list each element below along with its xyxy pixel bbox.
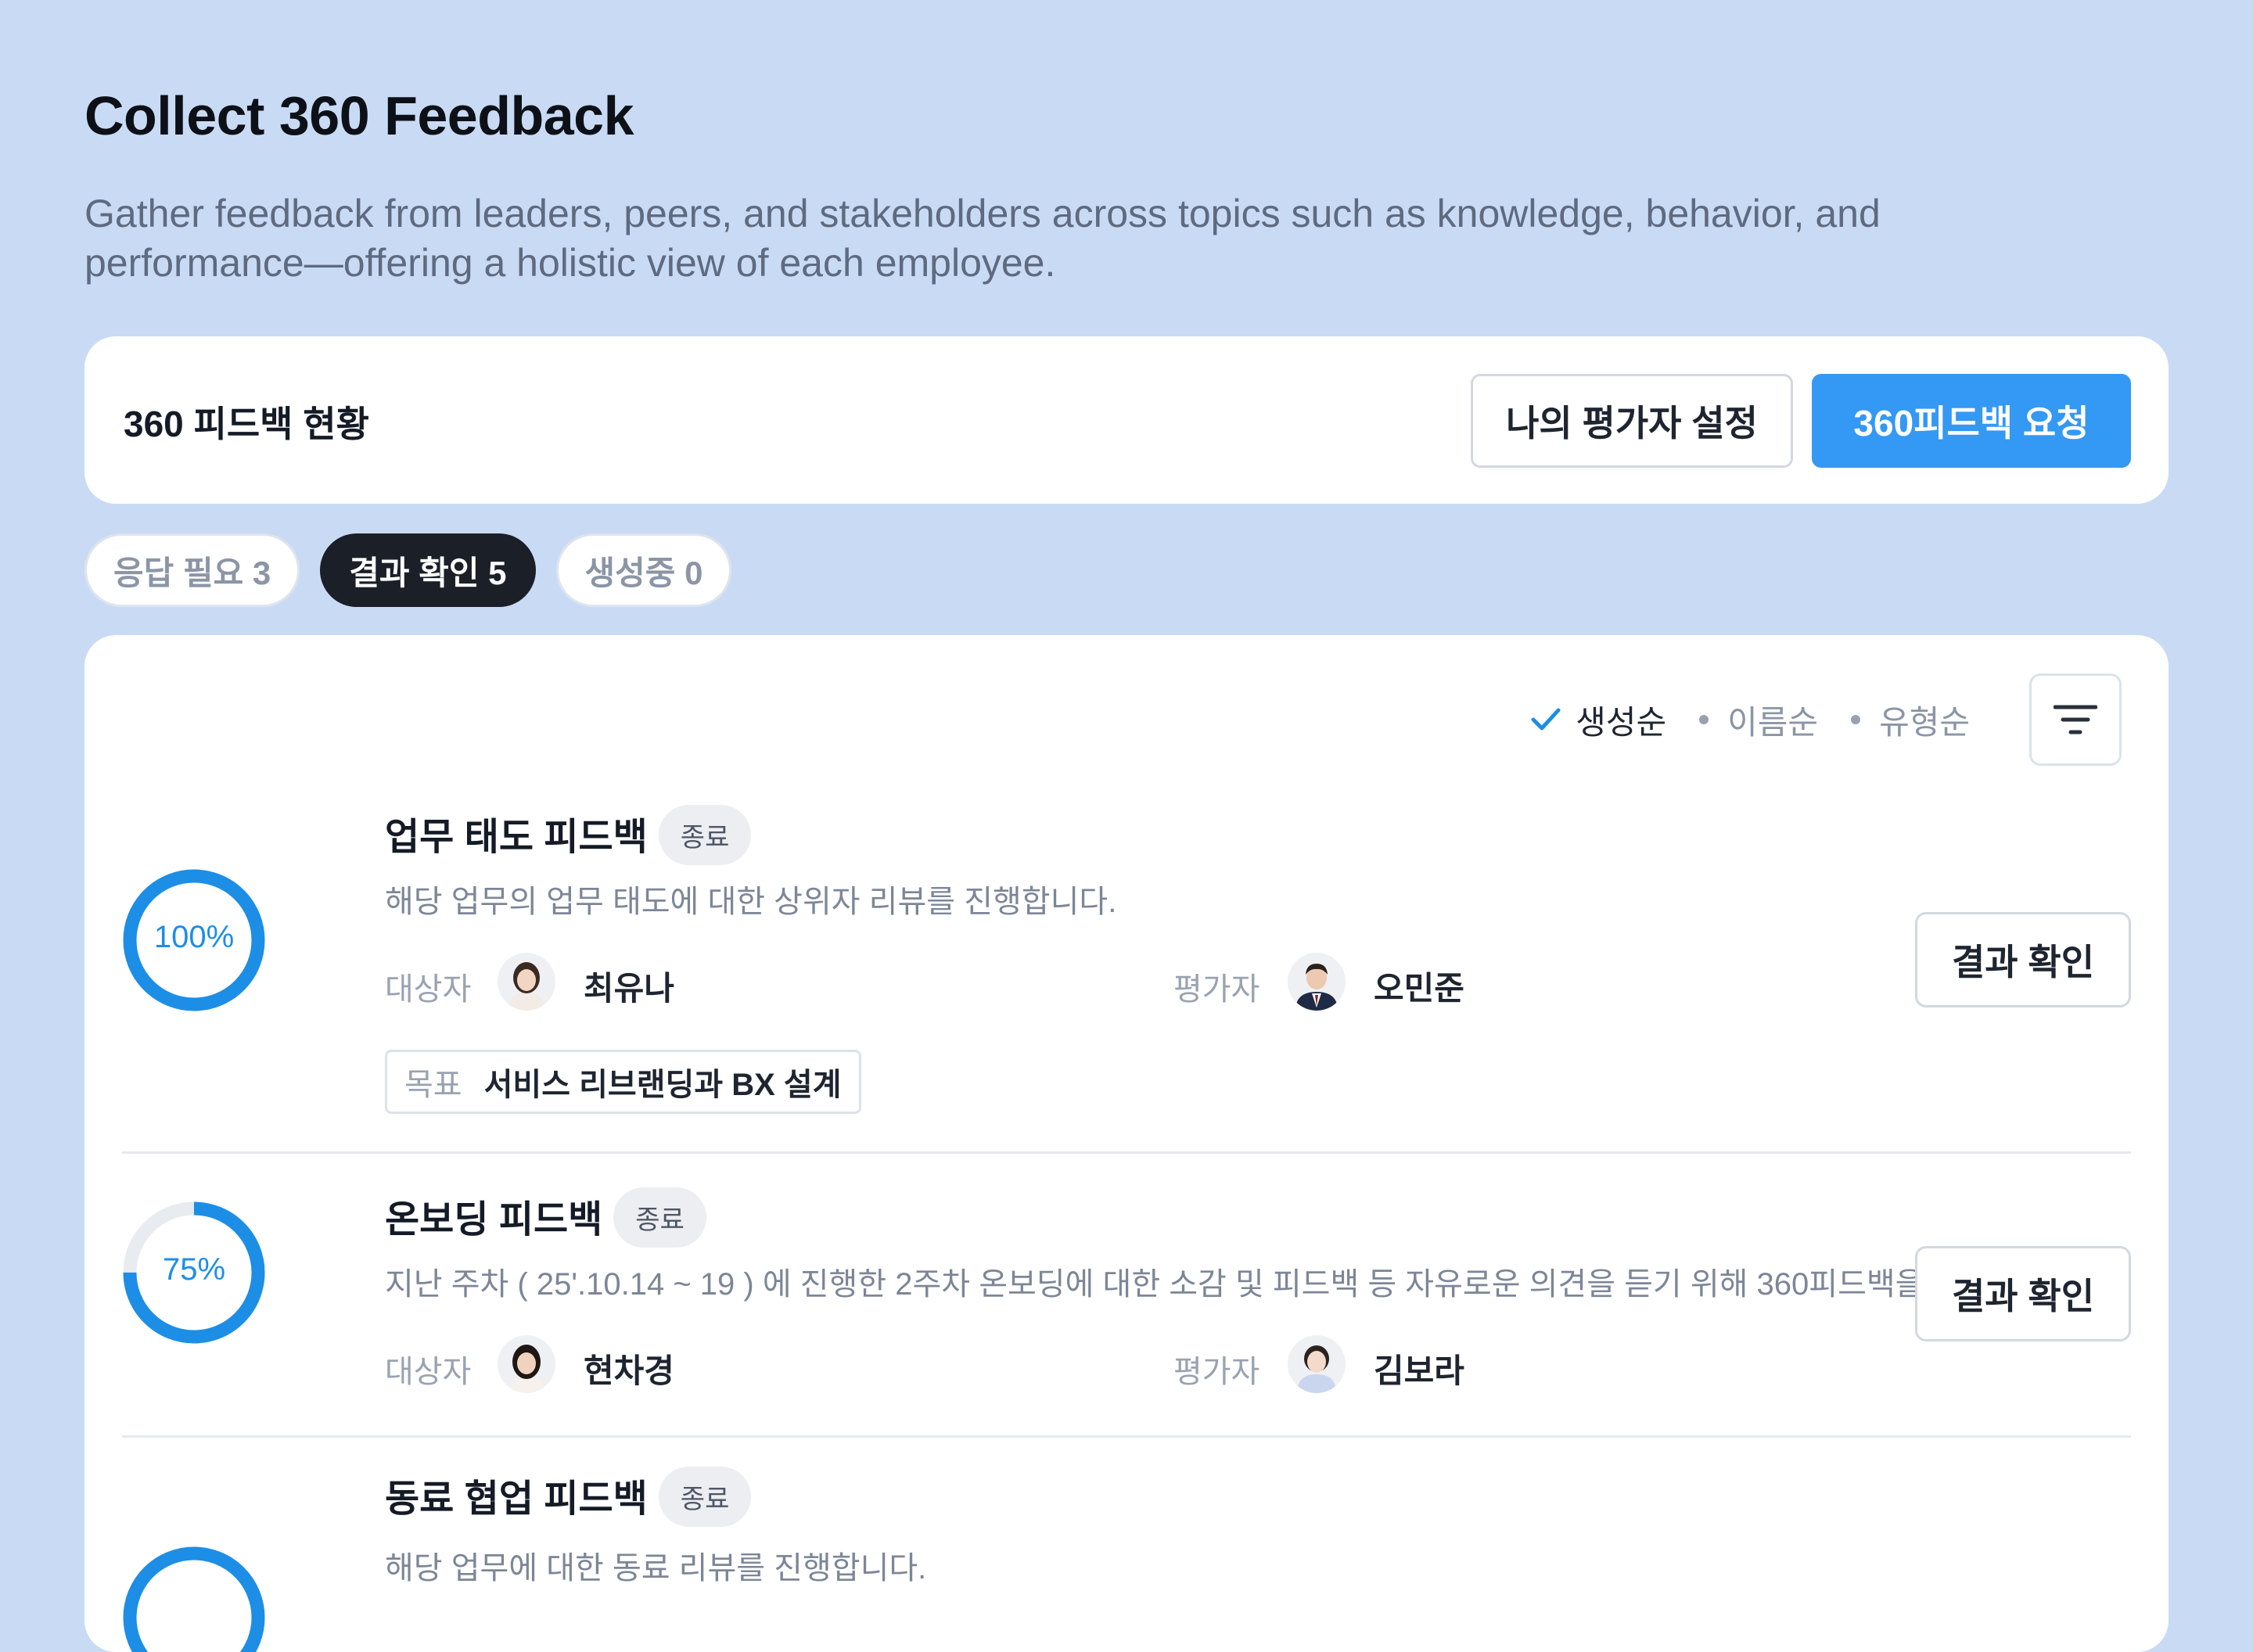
status-tabs: 응답 필요 3 결과 확인 5 생성중 0 <box>84 533 732 607</box>
feedback-description: 해당 업무에 대한 동료 리뷰를 진행합니다. <box>385 1551 927 1586</box>
status-badge: 종료 <box>613 1187 706 1248</box>
evaluator-name: 오민준 <box>1374 970 1464 1007</box>
status-badge: 종료 <box>658 1466 752 1527</box>
evaluator-name: 김보라 <box>1374 1352 1464 1389</box>
goal-value: 서비스 리브랜딩과 BX 설계 <box>483 1068 842 1102</box>
tab-needs-response[interactable]: 응답 필요 3 <box>84 533 300 607</box>
progress-label: 100% <box>153 920 235 954</box>
page: Collect 360 Feedback Gather feedback fro… <box>0 0 2253 1652</box>
view-result-button[interactable]: 결과 확인 <box>1915 912 2131 1007</box>
page-title: Collect 360 Feedback <box>84 85 634 146</box>
avatar <box>1288 1335 1346 1393</box>
feedback-description: 지난 주차 ( 25'.10.14 ~ 19 ) 에 진행한 2주차 온보딩에 … <box>385 1267 1949 1302</box>
status-card: 360 피드백 현황 나의 평가자 설정 360피드백 요청 <box>84 336 2169 504</box>
feedback-description: 해당 업무의 업무 태도에 대한 상위자 리뷰를 진행합니다. <box>385 885 1117 919</box>
feedback-title: 동료 협업 피드백 종료 <box>385 1466 752 1532</box>
target-label: 대상자 <box>385 972 472 1007</box>
target-name: 현차경 <box>584 1352 674 1389</box>
goal-label: 목표 <box>404 1068 462 1102</box>
feedback-title: 업무 태도 피드백 종료 <box>385 804 752 870</box>
avatar <box>1288 953 1346 1011</box>
progress-label: 75% <box>162 1252 226 1287</box>
set-evaluators-button[interactable]: 나의 평가자 설정 <box>1471 374 1793 468</box>
status-title: 360 피드백 현황 <box>124 404 369 444</box>
target-label: 대상자 <box>385 1355 472 1389</box>
view-result-button[interactable]: 결과 확인 <box>1915 1246 2131 1341</box>
feedback-item: 75% 온보딩 피드백 종료 지난 주차 ( 25'.10.14 ~ 19 ) 에… <box>122 1154 2131 1435</box>
status-badge: 종료 <box>658 804 752 865</box>
goal-tag: 목표 서비스 리브랜딩과 BX 설계 <box>385 1050 861 1114</box>
tab-check-results[interactable]: 결과 확인 5 <box>320 533 536 607</box>
feedback-title-text: 업무 태도 피드백 <box>385 817 648 858</box>
evaluator-label: 평가자 <box>1173 1355 1260 1389</box>
avatar <box>498 953 555 1011</box>
request-360-feedback-button[interactable]: 360피드백 요청 <box>1812 374 2131 468</box>
feedback-title-text: 동료 협업 피드백 <box>385 1478 648 1520</box>
feedback-title: 온보딩 피드백 종료 <box>385 1187 706 1252</box>
feedback-item: 100% 업무 태도 피드백 종료 해당 업무의 업무 태도에 대한 상위자 리뷰… <box>122 635 2131 1151</box>
feedback-list-card: 생성순 이름순 유형순 100% 업무 태도 피드백 종료 해당 업무의 업무 … <box>84 635 2169 1652</box>
progress-ring <box>123 1546 265 1652</box>
feedback-item: 동료 협업 피드백 종료 해당 업무에 대한 동료 리뷰를 진행합니다. <box>122 1438 2131 1652</box>
page-description: Gather feedback from leaders, peers, and… <box>84 192 1881 285</box>
avatar <box>498 1335 555 1393</box>
target-name: 최유나 <box>584 970 674 1007</box>
tab-in-progress[interactable]: 생성중 0 <box>555 533 732 607</box>
evaluator-label: 평가자 <box>1173 972 1260 1007</box>
feedback-title-text: 온보딩 피드백 <box>385 1199 603 1241</box>
